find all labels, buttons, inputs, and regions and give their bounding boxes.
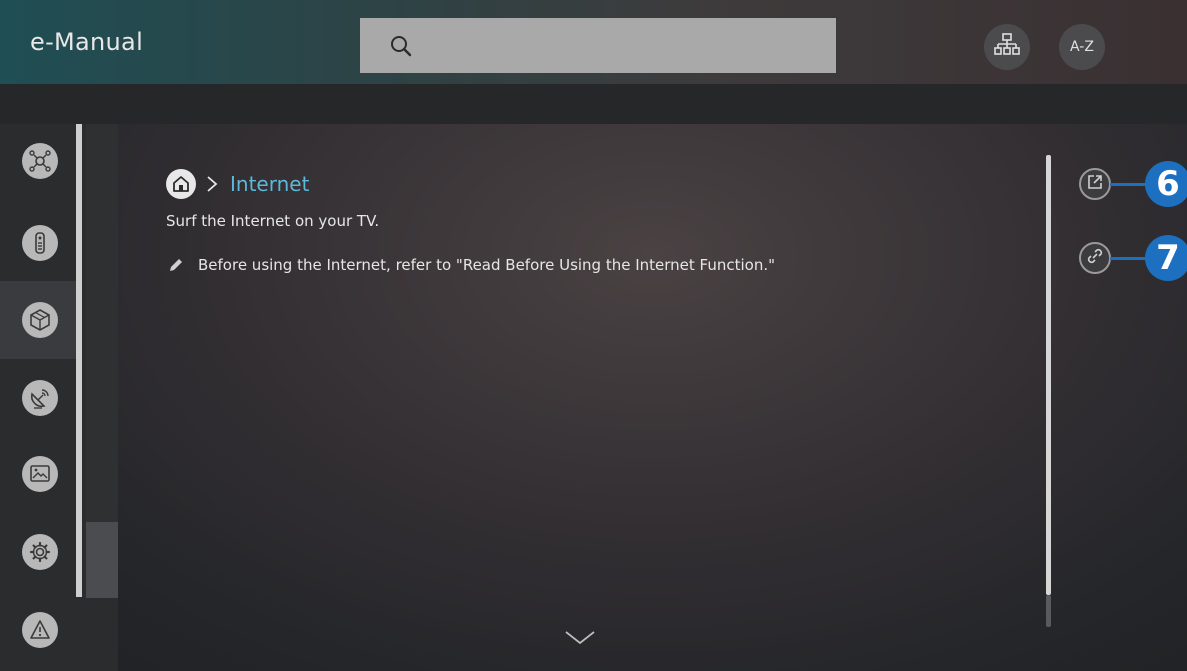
header-band — [0, 84, 1187, 124]
sidebar-item-internet[interactable] — [22, 302, 58, 338]
top-bar: e-Manual A-Z — [0, 0, 1187, 84]
sidebar-scroll-track — [86, 124, 118, 524]
content-scrollbar-thumb[interactable] — [1046, 155, 1051, 595]
scroll-down-chevron-icon[interactable] — [564, 630, 596, 650]
sitemap-icon — [994, 33, 1020, 61]
related-link-icon — [1086, 247, 1104, 269]
breadcrumb-separator-icon — [206, 175, 218, 193]
sitemap-button[interactable] — [984, 24, 1030, 70]
page-description: Surf the Internet on your TV. — [166, 212, 380, 230]
sidebar-item-remote-control[interactable] — [22, 225, 58, 261]
troubleshooting-warning-icon — [28, 618, 52, 642]
search-box[interactable] — [360, 18, 836, 73]
breadcrumb-current: Internet — [230, 172, 310, 196]
smart-features-icon — [28, 149, 52, 173]
sidebar-item-picture-sound[interactable] — [22, 456, 58, 492]
sidebar-item-broadcasting[interactable] — [22, 380, 58, 416]
related-link-button[interactable] — [1079, 242, 1111, 274]
sidebar-item-settings[interactable] — [22, 534, 58, 570]
settings-gear-icon — [28, 540, 52, 564]
note: Before using the Internet, refer to "Rea… — [168, 256, 775, 274]
satellite-broadcast-icon — [28, 386, 52, 410]
breadcrumb: Internet — [166, 168, 309, 200]
sidebar-item-smart-features[interactable] — [22, 143, 58, 179]
content-scrollbar-track — [1046, 595, 1051, 627]
az-index-button[interactable]: A-Z — [1059, 24, 1105, 70]
callout-badge-7: 7 — [1145, 235, 1187, 281]
open-link-button[interactable] — [1079, 168, 1111, 200]
sidebar-scroll-thumb[interactable] — [86, 522, 118, 598]
picture-sound-icon — [28, 462, 52, 486]
home-icon[interactable] — [166, 169, 196, 199]
sidebar-item-troubleshooting[interactable] — [22, 612, 58, 648]
app-title: e-Manual — [30, 28, 144, 56]
pencil-icon — [168, 257, 184, 273]
note-text: Before using the Internet, refer to "Rea… — [198, 256, 776, 274]
internet-globe-icon — [28, 308, 52, 332]
search-icon — [390, 35, 412, 57]
remote-control-icon — [28, 231, 52, 255]
search-input[interactable] — [424, 25, 824, 66]
sidebar-divider — [76, 124, 82, 597]
open-link-icon — [1086, 173, 1104, 195]
callout-badge-6: 6 — [1145, 161, 1187, 207]
